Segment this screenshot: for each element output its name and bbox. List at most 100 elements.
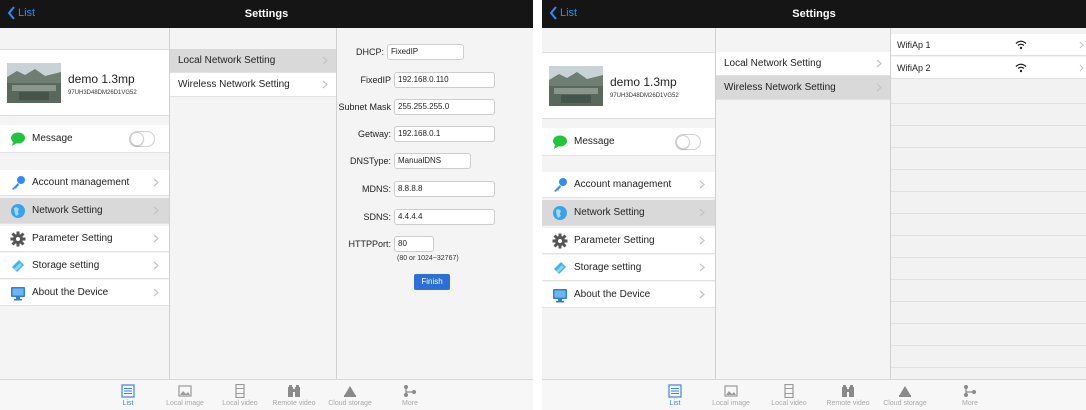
gear-icon	[552, 233, 568, 248]
fixedip-input[interactable]: 192.168.0.110	[394, 72, 495, 88]
tab-more[interactable]: More	[385, 384, 435, 407]
submenu-label: Local Network Setting	[178, 55, 276, 66]
network-submenu-column: Local Network Setting Wireless Network S…	[170, 28, 337, 379]
device-card[interactable]: demo 1.3mp 97UH3D48DM26D1VG52	[542, 52, 715, 119]
menu-item-about[interactable]: About the Device	[0, 280, 169, 306]
gateway-input[interactable]: 192.168.0.1	[394, 126, 495, 142]
list-separator	[891, 125, 1086, 126]
menu-label: Account management	[32, 177, 130, 188]
chevron-right-icon	[153, 261, 159, 270]
wifi-item[interactable]: WifiAp 2	[891, 57, 1086, 79]
wifi-ssid: WifiAp 1	[897, 39, 931, 50]
monitor-icon	[553, 288, 567, 302]
tab-list[interactable]: List	[103, 384, 153, 407]
wifi-icon	[1015, 40, 1027, 49]
local-network-form: DHCP: FixedIP FixedIP 192.168.0.110 Subn…	[337, 28, 533, 379]
submenu-wireless-network[interactable]: Wireless Network Setting	[170, 73, 336, 97]
toggle-knob	[130, 131, 144, 146]
menu-label: About the Device	[32, 287, 109, 298]
image-icon	[178, 385, 192, 397]
binoculars-icon	[842, 385, 854, 397]
sdns-input[interactable]: 4.4.4.4	[394, 209, 495, 225]
submenu-label: Local Network Setting	[724, 58, 822, 69]
menu-item-account[interactable]: Account management	[0, 170, 169, 196]
tab-list[interactable]: List	[650, 384, 700, 407]
dnstype-label: DNSType:	[349, 156, 391, 166]
list-separator	[891, 301, 1086, 302]
message-toggle[interactable]	[675, 133, 701, 150]
mdns-input[interactable]: 8.8.8.8	[394, 181, 495, 197]
subnet-mask-input[interactable]: 255.255.255.0	[394, 99, 495, 115]
chevron-right-icon	[1079, 41, 1084, 48]
chevron-right-icon	[876, 83, 882, 92]
menu-item-storage[interactable]: Storage setting	[542, 255, 715, 281]
list-separator	[891, 235, 1086, 236]
settings-screen-local-network: List Settings demo 1.3mp 97UH3D48DM26D1V…	[0, 0, 533, 410]
wifi-ssid: WifiAp 2	[897, 62, 931, 73]
film-icon	[784, 384, 794, 398]
tab-label: Remote video	[272, 400, 316, 407]
tab-label: Cloud storage	[328, 400, 372, 407]
list-separator	[891, 191, 1086, 192]
list-separator	[891, 345, 1086, 346]
chevron-right-icon	[153, 206, 159, 215]
key-icon	[12, 175, 25, 190]
menu-item-parameter[interactable]: Parameter Setting	[542, 228, 715, 254]
device-uid: 97UH3D48DM26D1VG52	[68, 90, 137, 96]
httpport-label: HTTPPort:	[348, 239, 391, 249]
screenshot-stage: List Settings demo 1.3mp 97UH3D48DM26D1V…	[0, 0, 1086, 410]
dnstype-select[interactable]: ManualDNS	[394, 153, 471, 169]
storage-icon	[12, 259, 24, 272]
menu-label: Storage setting	[574, 262, 642, 273]
tab-remote-video[interactable]: Remote video	[269, 384, 319, 407]
message-bubble-icon	[11, 132, 25, 146]
chevron-right-icon	[699, 290, 705, 299]
httpport-input[interactable]: 80	[394, 236, 434, 252]
tab-cloud-storage[interactable]: Cloud storage	[880, 384, 930, 407]
menu-item-network[interactable]: Network Setting	[542, 200, 715, 226]
httpport-hint: (80 or 1024~32767)	[397, 255, 459, 262]
message-toggle[interactable]	[129, 130, 155, 147]
tab-label: Local image	[712, 400, 750, 407]
submenu-label: Wireless Network Setting	[178, 79, 290, 90]
menu-label: Network Setting	[32, 205, 103, 216]
tab-remote-video[interactable]: Remote video	[823, 384, 873, 407]
navigation-bar: List Settings	[0, 0, 533, 28]
menu-item-account[interactable]: Account management	[542, 172, 715, 198]
message-bubble-icon	[553, 135, 567, 149]
list-separator	[891, 147, 1086, 148]
device-card[interactable]: demo 1.3mp 97UH3D48DM26D1VG52	[0, 49, 169, 116]
tab-local-video[interactable]: Local video	[215, 384, 265, 407]
tab-cloud-storage[interactable]: Cloud storage	[325, 384, 375, 407]
tab-local-image[interactable]: Local image	[160, 384, 210, 407]
submenu-wireless-network[interactable]: Wireless Network Setting	[716, 76, 890, 100]
tab-label: List	[669, 400, 681, 407]
wifi-item[interactable]: WifiAp 1	[891, 34, 1086, 56]
menu-item-network[interactable]: Network Setting	[0, 198, 169, 224]
finish-button[interactable]: Finish	[414, 274, 450, 290]
tab-label: Remote video	[826, 400, 870, 407]
menu-item-storage[interactable]: Storage setting	[0, 253, 169, 279]
tab-more[interactable]: More	[945, 384, 995, 407]
tab-bar: List Local image Local video Remote vide…	[542, 379, 1086, 410]
submenu-local-network[interactable]: Local Network Setting	[716, 52, 890, 76]
menu-item-parameter[interactable]: Parameter Setting	[0, 226, 169, 252]
network-submenu-column: Local Network Setting Wireless Network S…	[716, 28, 891, 379]
tab-label: Local video	[771, 400, 807, 407]
menu-label: Parameter Setting	[32, 233, 113, 244]
submenu-local-network[interactable]: Local Network Setting	[170, 49, 336, 73]
menu-item-about[interactable]: About the Device	[542, 282, 715, 308]
tab-local-image[interactable]: Local image	[706, 384, 756, 407]
tab-local-video[interactable]: Local video	[764, 384, 814, 407]
globe-icon	[11, 203, 25, 218]
dhcp-select[interactable]: FixedIP	[387, 44, 464, 60]
key-icon	[554, 177, 567, 192]
list-separator	[891, 169, 1086, 170]
chevron-right-icon	[699, 236, 705, 245]
wifi-icon	[1015, 63, 1027, 72]
list-icon	[668, 384, 682, 398]
device-uid: 97UH3D48DM26D1VG52	[610, 93, 679, 99]
list-separator	[891, 279, 1086, 280]
list-separator	[891, 103, 1086, 104]
list-separator	[891, 213, 1086, 214]
